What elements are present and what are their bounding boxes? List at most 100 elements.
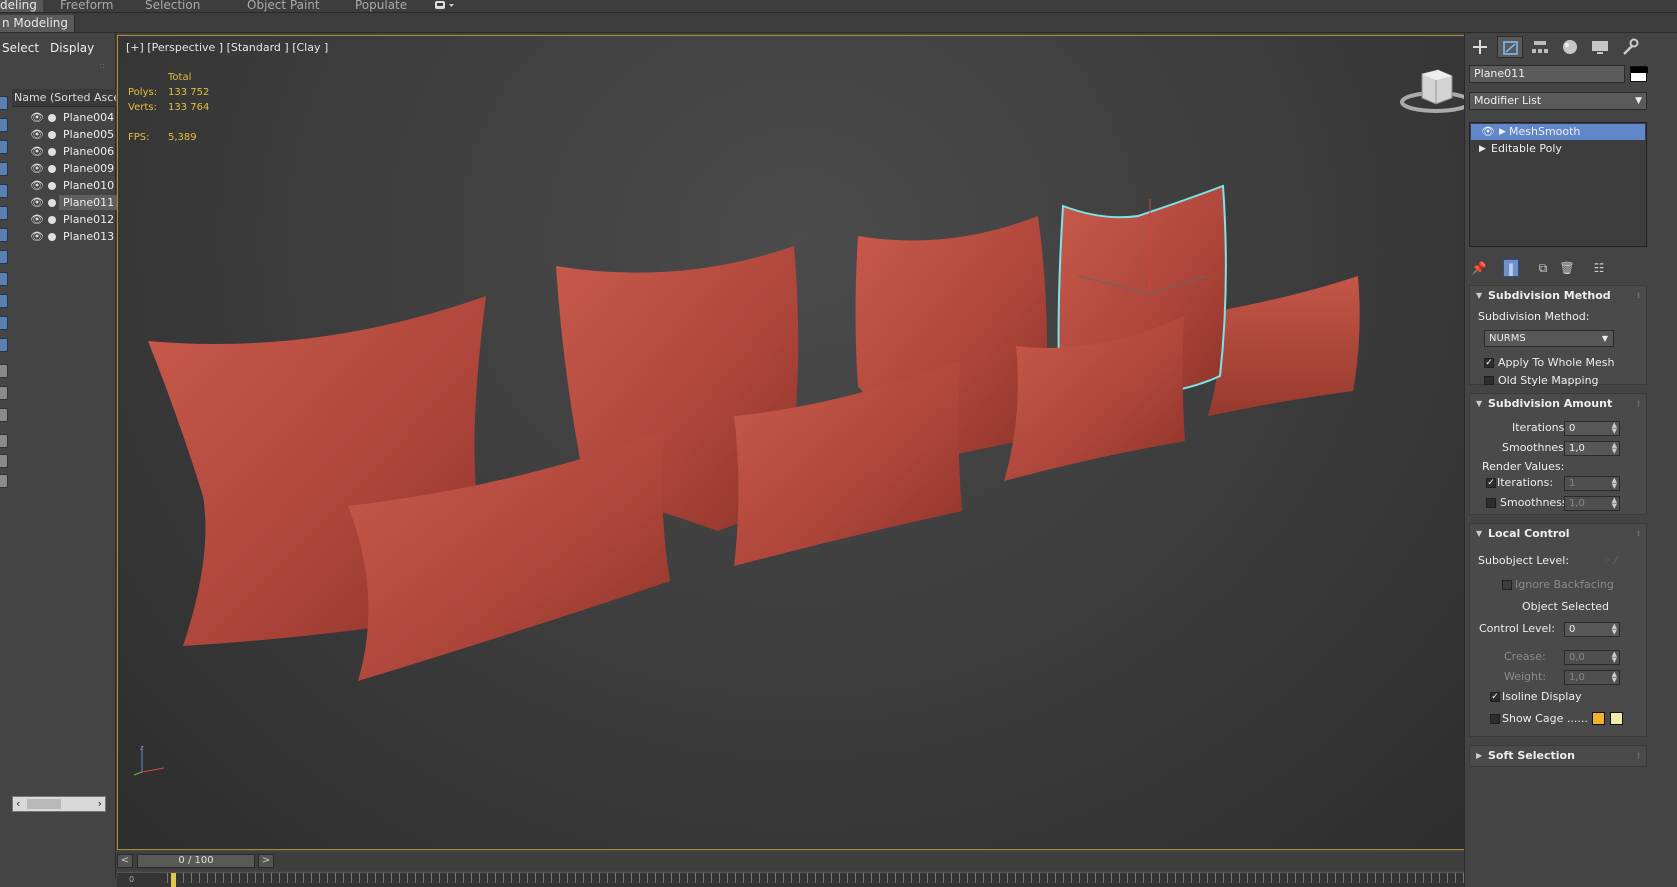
shape-filter-icon[interactable]	[0, 140, 8, 154]
visibility-eye-icon[interactable]: 👁	[30, 214, 44, 225]
pin-stack-icon[interactable]: 📌	[1471, 259, 1487, 277]
group-filter-icon[interactable]	[0, 250, 8, 264]
scene-item[interactable]: 👁 Plane005	[12, 126, 116, 143]
helper-filter-icon[interactable]	[0, 206, 8, 220]
object-name-field[interactable]: Plane011	[1469, 65, 1625, 83]
render-dot-icon[interactable]	[48, 233, 56, 241]
expand-triangle-icon[interactable]: ▶	[1499, 124, 1506, 140]
ribbon-tab-object-paint[interactable]: Object Paint	[247, 0, 320, 12]
scene-item-name[interactable]: Plane005	[59, 127, 118, 142]
visibility-eye-icon[interactable]: 👁	[30, 163, 44, 174]
spinner-arrows-icon[interactable]: ▲ ▼	[1612, 671, 1617, 684]
container-filter-icon[interactable]	[0, 316, 8, 330]
viewport-label-menu[interactable]: [+] [Perspective ] [Standard ] [Clay ]	[126, 41, 328, 54]
scene-item-name[interactable]: Plane012	[59, 212, 118, 227]
time-slider[interactable]: 0 / 100	[137, 854, 255, 868]
ribbon-panel-polygon-modeling[interactable]: n Modeling	[0, 15, 76, 32]
hierarchy-view-icon[interactable]	[0, 364, 8, 378]
show-cage-checkbox[interactable]	[1490, 714, 1500, 724]
tab-hierarchy[interactable]	[1527, 36, 1553, 58]
tab-modify[interactable]	[1497, 36, 1523, 58]
render-dot-icon[interactable]	[48, 165, 56, 173]
render-smoothness-checkbox[interactable]	[1486, 498, 1496, 508]
rollout-header[interactable]: ▼ Subdivision Amount ⁞	[1470, 394, 1646, 414]
display-all-icon[interactable]	[0, 96, 8, 110]
remove-modifier-icon[interactable]: 🗑	[1559, 259, 1575, 277]
render-iterations-spinner[interactable]: 1 ▲ ▼	[1564, 476, 1620, 491]
expand-icon[interactable]	[0, 454, 8, 468]
ribbon-tab-modeling[interactable]: deling	[0, 0, 43, 12]
weight-spinner[interactable]: 1,0 ▲ ▼	[1564, 670, 1620, 685]
configure-modifier-sets-icon[interactable]: ☷	[1591, 259, 1607, 277]
scene-item[interactable]: 👁 Plane012	[12, 211, 116, 228]
scene-item-name[interactable]: Plane006	[59, 144, 118, 159]
scene-item-name[interactable]: Plane004	[59, 110, 118, 125]
old-style-mapping-checkbox[interactable]	[1484, 376, 1494, 385]
spinner-arrows-icon[interactable]: ▲ ▼	[1612, 477, 1617, 490]
render-dot-icon[interactable]	[48, 216, 56, 224]
menu-select[interactable]: Select	[2, 41, 39, 55]
render-dot-icon[interactable]	[48, 114, 56, 122]
smoothness-spinner[interactable]: 1,0 ▲ ▼	[1564, 441, 1620, 456]
render-dot-icon[interactable]	[48, 182, 56, 190]
visibility-eye-icon[interactable]: 👁	[30, 231, 44, 242]
subdivision-method-dropdown[interactable]: NURMS ▼	[1484, 330, 1614, 347]
spacewarp-filter-icon[interactable]	[0, 228, 8, 242]
ribbon-tab-selection[interactable]: Selection	[145, 0, 200, 12]
make-unique-icon[interactable]: ⧉	[1535, 259, 1551, 277]
spinner-arrows-icon[interactable]: ▲ ▼	[1612, 442, 1617, 455]
subobject-vertex-edge-icons[interactable]: ⁘ ⁄	[1602, 554, 1617, 567]
rollout-header[interactable]: ▼ Local Control ⁞	[1470, 524, 1646, 544]
horizontal-scrollbar[interactable]: ‹ ›	[12, 796, 106, 812]
visibility-eye-icon[interactable]: 👁	[30, 146, 44, 157]
menu-display[interactable]: Display	[50, 41, 94, 55]
visibility-eye-icon[interactable]: 👁	[30, 197, 44, 208]
tab-create[interactable]	[1467, 36, 1493, 58]
stack-item-meshsmooth[interactable]: 👁 ▶ MeshSmooth	[1471, 124, 1645, 140]
trackbar[interactable]: 0	[117, 872, 1481, 887]
ribbon-tab-freeform[interactable]: Freeform	[60, 0, 113, 12]
ignore-backfacing-checkbox[interactable]	[1502, 580, 1512, 590]
expand-triangle-icon[interactable]: ▶	[1479, 141, 1486, 157]
scene-render[interactable]	[118, 36, 1481, 850]
layer-view-icon[interactable]	[0, 386, 8, 400]
light-filter-icon[interactable]	[0, 162, 8, 176]
iterations-spinner[interactable]: 0 ▲ ▼	[1564, 421, 1620, 436]
crease-spinner[interactable]: 0,0 ▲ ▼	[1564, 650, 1620, 665]
show-end-result-icon[interactable]: ‖	[1503, 259, 1519, 277]
scrollbar-thumb[interactable]	[27, 799, 61, 809]
render-dot-icon[interactable]	[48, 148, 56, 156]
stack-item-editable-poly[interactable]: ▶ Editable Poly	[1471, 141, 1645, 157]
cage-color-1-swatch[interactable]	[1592, 712, 1605, 725]
copy-icon[interactable]	[0, 474, 8, 488]
tab-utilities[interactable]	[1617, 36, 1643, 58]
spinner-arrows-icon[interactable]: ▲ ▼	[1612, 651, 1617, 664]
viewcube[interactable]	[1400, 64, 1472, 119]
scene-item-name[interactable]: Plane011	[59, 195, 119, 210]
scene-item-name[interactable]: Plane010	[59, 178, 118, 193]
current-frame-marker[interactable]	[171, 873, 176, 887]
visibility-eye-icon[interactable]: 👁	[30, 180, 44, 191]
modifier-visibility-icon[interactable]: 👁	[1481, 124, 1495, 140]
time-next-button[interactable]: >	[258, 854, 274, 868]
control-level-spinner[interactable]: 0 ▲ ▼	[1564, 622, 1620, 637]
ribbon-options-dropdown[interactable]	[434, 0, 458, 12]
scene-item-selected[interactable]: 👁 Plane011	[12, 194, 119, 211]
frozen-filter-icon[interactable]	[0, 338, 8, 352]
visibility-eye-icon[interactable]: 👁	[30, 112, 44, 123]
cage-color-2-swatch[interactable]	[1610, 712, 1623, 725]
name-column-header[interactable]: Name (Sorted Ascen	[12, 89, 116, 107]
isoline-display-checkbox[interactable]: ✓	[1490, 692, 1500, 702]
spinner-arrows-icon[interactable]: ▲ ▼	[1612, 623, 1617, 636]
scroll-right-icon[interactable]: ›	[98, 797, 102, 811]
object-color-swatch[interactable]	[1630, 66, 1648, 82]
visibility-eye-icon[interactable]: 👁	[30, 129, 44, 140]
tab-display[interactable]	[1587, 36, 1613, 58]
scene-item[interactable]: 👁 Plane004	[12, 109, 116, 126]
find-icon[interactable]	[0, 434, 8, 448]
scene-item[interactable]: 👁 Plane009	[12, 160, 116, 177]
render-smoothness-spinner[interactable]: 1,0 ▲ ▼	[1564, 496, 1620, 511]
render-iterations-checkbox[interactable]: ✓	[1486, 478, 1496, 488]
rollout-header[interactable]: ▶ Soft Selection ⁞	[1470, 746, 1646, 766]
viewcube-icon[interactable]	[1400, 64, 1472, 116]
